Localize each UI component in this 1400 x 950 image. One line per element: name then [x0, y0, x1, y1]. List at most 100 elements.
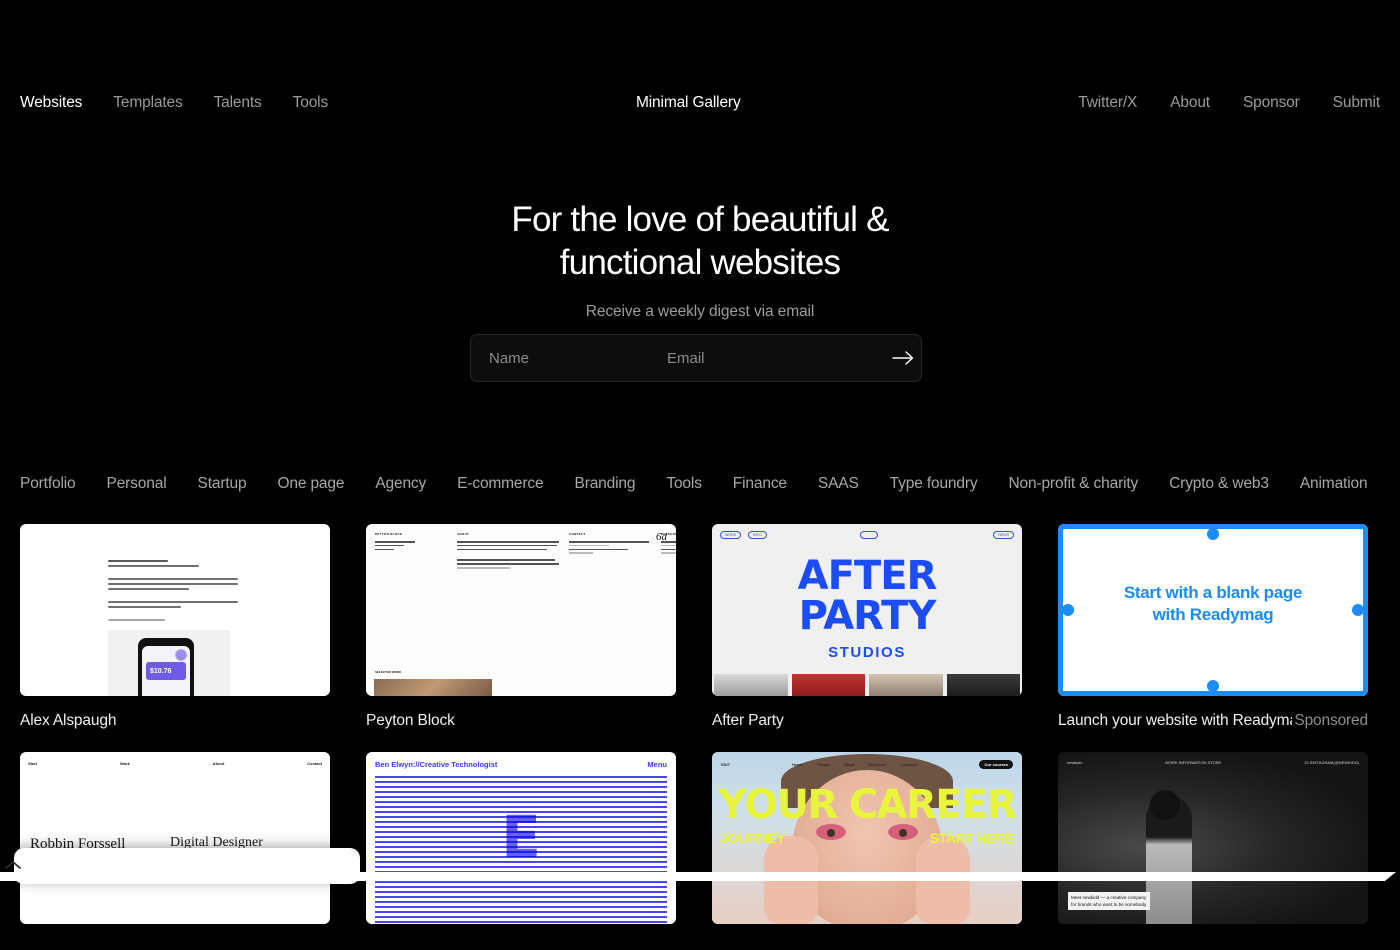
gallery-card[interactable]: EDIT Home People What Resource Contacts Our … — [712, 752, 1022, 924]
wordmark-line-1: AFTER — [797, 553, 938, 599]
thumb-image-strip — [712, 674, 1022, 696]
phone-mockup-area: $10.76 — [108, 630, 230, 696]
thumb-menu-links: Home People What Resource Contacts — [792, 762, 918, 767]
card-meta: Peyton Block — [366, 696, 676, 752]
thumb-nav-work: Work — [119, 761, 130, 766]
site-brand[interactable]: Minimal Gallery — [636, 92, 741, 114]
card-title: Alex Alspaugh — [20, 712, 117, 729]
gallery-card[interactable]: $10.76 Alex Alspaugh — [20, 524, 330, 752]
nav-item-submit[interactable]: Submit — [1333, 92, 1380, 114]
category-agency[interactable]: Agency — [375, 473, 426, 495]
gallery-card[interactable]: Start Work About Contact Robbin Forssell… — [20, 752, 330, 924]
category-non-profit[interactable]: Non-profit & charity — [1008, 473, 1138, 495]
category-branding[interactable]: Branding — [575, 473, 636, 495]
card-meta: Alex Alspaugh — [20, 696, 330, 752]
gallery-card[interactable]: PEYTON BLOCK ABOUT CONTACT RECOGN 6d SEL… — [366, 524, 676, 752]
arrow-right-icon — [891, 351, 913, 365]
career-subline-right: START HERE — [929, 830, 1015, 846]
category-tools[interactable]: Tools — [666, 473, 702, 495]
resize-handle-bottom-icon[interactable] — [1207, 680, 1219, 692]
thumbnail-newkidd[interactable]: newkidd WORK INFORMATION STORE IG INSTAG… — [1058, 752, 1368, 924]
thumb-work-image — [374, 679, 492, 696]
nav-item-websites[interactable]: Websites — [20, 92, 82, 114]
thumb-text-block — [108, 560, 238, 624]
career-headline: YOUR CAREER — [718, 782, 1017, 828]
photo-figure-head — [1150, 790, 1180, 820]
thumb-col-contact: CONTACT — [569, 532, 649, 556]
category-portfolio[interactable]: Portfolio — [20, 473, 76, 495]
thumb-brand-label: newkidd — [1067, 760, 1082, 765]
nav-item-about[interactable]: About — [1170, 92, 1210, 114]
caption-line-2: for brands who want to be somebody. — [1071, 902, 1148, 907]
caption-line-1: Meet newkidd — a creative company — [1071, 895, 1147, 900]
category-type-foundry[interactable]: Type foundry — [890, 473, 978, 495]
thumb-col2-heading: ABOUT — [457, 532, 470, 536]
thumb-topnav: Start Work About Contact — [28, 761, 322, 766]
newsletter-submit-button[interactable] — [884, 335, 921, 381]
nav-item-sponsor[interactable]: Sponsor — [1243, 92, 1300, 114]
bottom-white-strip — [0, 872, 1396, 881]
pill-info: INFO — [748, 531, 767, 539]
email-input[interactable] — [649, 335, 884, 381]
phone-notch — [157, 641, 175, 646]
gallery-card-sponsored[interactable]: Start with a blank page with Readymag La… — [1058, 524, 1368, 752]
monogram-logo: 6d — [656, 531, 667, 543]
category-animation[interactable]: Animation — [1300, 473, 1368, 495]
nav-item-tools[interactable]: Tools — [293, 92, 329, 114]
coin-icon — [175, 649, 187, 661]
category-finance[interactable]: Finance — [733, 473, 787, 495]
card-title: Launch your website with Readymag — [1058, 712, 1293, 729]
category-crypto[interactable]: Crypto & web3 — [1169, 473, 1269, 495]
thumb-cta-button: Our courses — [979, 760, 1013, 769]
thumbnail-peyton-block[interactable]: PEYTON BLOCK ABOUT CONTACT RECOGN 6d SEL… — [366, 524, 676, 696]
readymag-message: Start with a blank page with Readymag — [1058, 582, 1368, 626]
gallery-card[interactable]: WORK INFO NEWS AFTER PARTY STUDIOS After… — [712, 524, 1022, 752]
newsletter-signup-form[interactable] — [470, 334, 922, 382]
category-personal[interactable]: Personal — [107, 473, 167, 495]
nav-left-group: Websites Templates Talents Tools — [20, 92, 328, 114]
category-startup[interactable]: Startup — [198, 473, 247, 495]
hero-title-line-2: functional websites — [559, 243, 841, 282]
thumb-nav-start: Start — [28, 761, 38, 766]
thumb-social-links: IG INSTAGRAM(@NEWKIDD) — [1304, 760, 1359, 765]
pill-work: WORK — [720, 531, 742, 539]
thumb-menu-label: Menu — [647, 760, 667, 769]
nav-item-twitter[interactable]: Twitter/X — [1078, 92, 1137, 114]
gallery-card[interactable]: Ben Elwyn://Creative Technologist Menu E — [366, 752, 676, 924]
nav-item-templates[interactable]: Templates — [113, 92, 182, 114]
thumb-nav-contact: Contact — [307, 761, 322, 766]
status-badge: Sponsored — [1292, 712, 1368, 730]
category-filter-bar[interactable]: Portfolio Personal Startup One page Agen… — [20, 473, 1400, 495]
thumbnail-your-career[interactable]: EDIT Home People What Resource Contacts Our … — [712, 752, 1022, 924]
page-title: For the love of beautiful & functional w… — [0, 198, 1400, 284]
site-brand-label: Minimal Gallery — [636, 94, 741, 111]
wordmark-line-3: STUDIOS — [828, 644, 906, 661]
thumb-nav-links: WORK INFORMATION STORE — [1165, 760, 1222, 765]
thumb-logo: EDIT — [721, 762, 731, 767]
pill-news: NEWS — [993, 531, 1014, 539]
after-party-wordmark: AFTER PARTY — [712, 556, 1022, 636]
top-navigation: Websites Templates Talents Tools Minimal… — [0, 0, 1400, 170]
thumbnail-readymag[interactable]: Start with a blank page with Readymag — [1058, 524, 1368, 696]
card-title: Peyton Block — [366, 712, 455, 729]
thumb-col1-heading: PEYTON BLOCK — [375, 532, 403, 536]
thumbnail-alex-alspaugh[interactable]: $10.76 — [20, 524, 330, 696]
nav-item-talents[interactable]: Talents — [214, 92, 262, 114]
card-meta: After Party — [712, 696, 1022, 752]
gallery-card[interactable]: newkidd WORK INFORMATION STORE IG INSTAG… — [1058, 752, 1368, 924]
hero-section: For the love of beautiful & functional w… — [0, 170, 1400, 321]
hero-subtitle: Receive a weekly digest via email — [585, 303, 815, 320]
category-one-page[interactable]: One page — [277, 473, 344, 495]
nav-right-group: Twitter/X About Sponsor Submit — [1078, 92, 1380, 114]
resize-handle-top-icon[interactable] — [1207, 528, 1219, 540]
career-subline-left: JOURNEY — [720, 830, 785, 846]
category-ecommerce[interactable]: E-commerce — [457, 473, 544, 495]
thumbnail-ben-elwyn[interactable]: Ben Elwyn://Creative Technologist Menu E — [366, 752, 676, 924]
thumbnail-robbin-forssell[interactable]: Start Work About Contact Robbin Forssell… — [20, 752, 330, 924]
phone-device: $10.76 — [138, 638, 194, 696]
thumbnail-after-party[interactable]: WORK INFO NEWS AFTER PARTY STUDIOS — [712, 524, 1022, 696]
pill-logo — [860, 531, 878, 539]
thumb-glyph: E — [501, 803, 541, 871]
name-input[interactable] — [471, 335, 649, 381]
category-saas[interactable]: SAAS — [818, 473, 859, 495]
